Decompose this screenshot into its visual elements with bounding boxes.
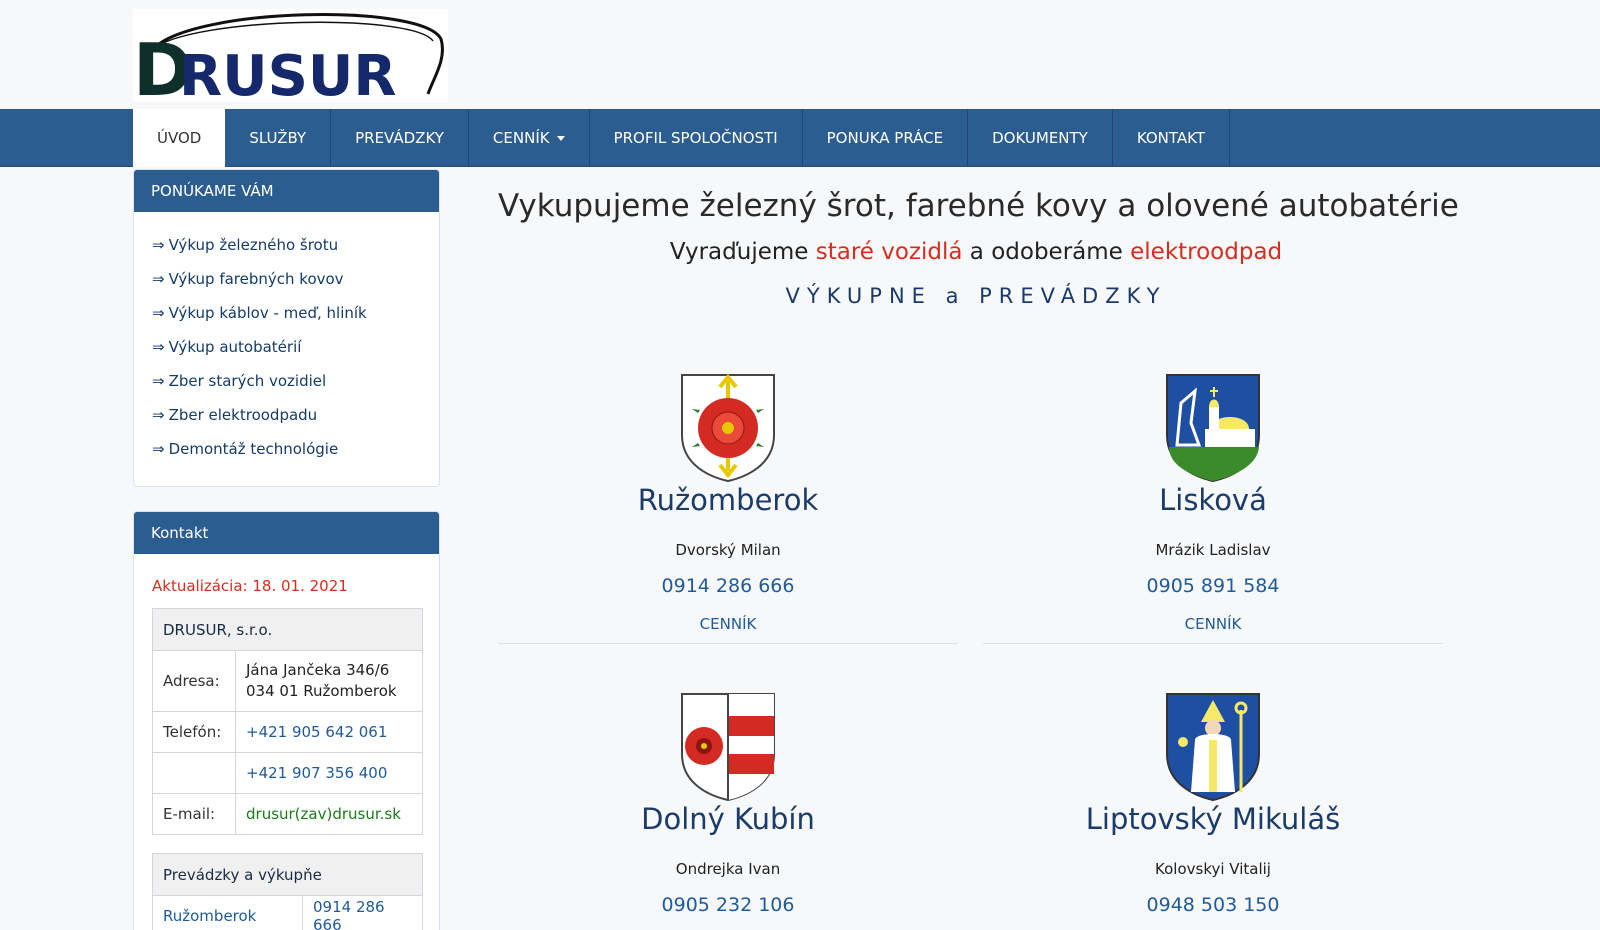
offer-link-label: Zber elektroodpadu bbox=[168, 406, 318, 424]
nav-label: CENNÍK bbox=[492, 129, 550, 147]
nav-label: SLUŽBY bbox=[249, 129, 307, 147]
caret-down-icon bbox=[556, 135, 565, 141]
branches-title: Prevádzky a výkupňe bbox=[153, 854, 422, 895]
branch-city: Liptovský Mikuláš bbox=[1085, 802, 1341, 836]
offer-link-elektroodpad[interactable]: ⇒ Zber elektroodpadu bbox=[152, 398, 439, 432]
branch-phone-link[interactable]: 0914 286 666 bbox=[303, 896, 422, 930]
offer-link-label: Výkup železného šrotu bbox=[168, 236, 339, 254]
nav-label: DOKUMENTY bbox=[992, 129, 1088, 147]
offer-link-farebne-kovy[interactable]: ⇒ Výkup farebných kovov bbox=[152, 262, 439, 296]
branch-person: Mrázik Ladislav bbox=[1155, 541, 1271, 559]
address-label: Adresa: bbox=[153, 651, 236, 711]
divider bbox=[498, 643, 958, 644]
double-arrow-icon: ⇒ bbox=[152, 406, 165, 424]
branch-phone[interactable]: 0948 503 150 bbox=[983, 894, 1443, 916]
table-row: Ružomberok 0914 286 666 bbox=[153, 895, 422, 930]
nav-label: PROFIL SPOLOČNOSTI bbox=[613, 129, 778, 147]
subtitle-highlight: staré vozidlá bbox=[815, 239, 963, 265]
branch-card-dolny-kubin: Dolný Kubín Ondrejka Ivan 0905 232 106 bbox=[498, 692, 958, 930]
nav-label: ÚVOD bbox=[157, 129, 202, 147]
offer-link-kable[interactable]: ⇒ Výkup káblov - meď, hliník bbox=[152, 296, 439, 330]
double-arrow-icon: ⇒ bbox=[152, 338, 165, 356]
branch-card-ruzomberok: Ružomberok Dvorský Milan 0914 286 666 CE… bbox=[498, 373, 958, 645]
phone-link-2[interactable]: +421 907 356 400 bbox=[236, 753, 422, 793]
offer-link-label: Výkup autobatérií bbox=[168, 338, 302, 356]
branch-city: Lisková bbox=[1159, 483, 1267, 517]
rose-stripes-crest-icon bbox=[681, 693, 775, 802]
branch-phone[interactable]: 0914 286 666 bbox=[498, 575, 958, 597]
nav-label: PREVÁDZKY bbox=[355, 129, 444, 147]
offer-panel-title: PONÚKAME VÁM bbox=[134, 170, 439, 212]
page-title: Vykupujeme železný šrot, farebné kovy a … bbox=[498, 188, 1459, 224]
branch-person: Kolovskyi Vitalij bbox=[1155, 860, 1271, 878]
double-arrow-icon: ⇒ bbox=[152, 236, 165, 254]
offer-link-label: Výkup káblov - meď, hliník bbox=[168, 304, 367, 322]
drusur-logo[interactable]: D RUSUR bbox=[133, 9, 448, 102]
empty-cell bbox=[153, 753, 236, 793]
offer-list: ⇒ Výkup železného šrotu ⇒ Výkup farebných … bbox=[134, 212, 439, 466]
double-arrow-icon: ⇒ bbox=[152, 270, 165, 288]
section-heading: VÝKUPNE a PREVÁDZKY bbox=[785, 284, 1167, 308]
company-table: DRUSUR, s.r.o. Adresa: Jána Jančeka 346/… bbox=[152, 608, 423, 835]
logo-graphic: D RUSUR bbox=[133, 13, 444, 102]
company-name: DRUSUR, s.r.o. bbox=[153, 609, 422, 650]
church-crest-icon bbox=[1166, 374, 1260, 483]
branch-card-liskova: Lisková Mrázik Ladislav 0905 891 584 CEN… bbox=[983, 373, 1443, 645]
offer-link-demontaz[interactable]: ⇒ Demontáž technológie bbox=[152, 432, 439, 466]
logo-rest-letters: RUSUR bbox=[179, 44, 397, 102]
double-arrow-icon: ⇒ bbox=[152, 440, 165, 458]
nav-label: KONTAKT bbox=[1136, 129, 1205, 147]
offer-link-stare-vozidla[interactable]: ⇒ Zber starých vozidiel bbox=[152, 364, 439, 398]
branch-person: Ondrejka Ivan bbox=[675, 860, 781, 878]
phone-link-1[interactable]: +421 905 642 061 bbox=[236, 712, 422, 752]
address-line: Jána Jančeka 346/6 bbox=[246, 661, 390, 679]
branch-person: Dvorský Milan bbox=[675, 541, 781, 559]
phone-label: Telefón: bbox=[153, 712, 236, 752]
rose-crest-icon bbox=[681, 373, 775, 483]
site-header: D RUSUR bbox=[0, 0, 1600, 109]
contact-panel-title: Kontakt bbox=[134, 512, 439, 554]
offer-link-zelezny-srot[interactable]: ⇒ Výkup železného šrotu bbox=[152, 228, 439, 262]
branches-table: Prevádzky a výkupňe Ružomberok 0914 286 … bbox=[152, 853, 423, 930]
nav-prevadzky[interactable]: PREVÁDZKY bbox=[331, 109, 469, 167]
email-label: E-mail: bbox=[153, 794, 236, 834]
nav-cennik-dropdown[interactable]: CENNÍK bbox=[469, 109, 590, 167]
offer-panel: PONÚKAME VÁM ⇒ Výkup železného šrotu ⇒ Výk… bbox=[133, 169, 440, 487]
subtitle-part: a odoberáme bbox=[962, 239, 1131, 265]
nav-sluzby[interactable]: SLUŽBY bbox=[225, 109, 332, 167]
branch-phone[interactable]: 0905 232 106 bbox=[498, 894, 958, 916]
double-arrow-icon: ⇒ bbox=[152, 372, 165, 390]
page-subtitle: Vyraďujeme staré vozidlá a odoberáme ele… bbox=[498, 239, 1454, 265]
branch-city: Ružomberok bbox=[637, 483, 819, 517]
branch-phone[interactable]: 0905 891 584 bbox=[983, 575, 1443, 597]
offer-link-label: Výkup farebných kovov bbox=[168, 270, 344, 288]
nav-dokumenty[interactable]: DOKUMENTY bbox=[968, 109, 1113, 167]
nav-uvod[interactable]: ÚVOD bbox=[133, 109, 226, 167]
subtitle-highlight: elektroodpad bbox=[1130, 239, 1283, 265]
branch-card-liptovsky-mikulas: Liptovský Mikuláš Kolovskyi Vitalij 0948… bbox=[983, 692, 1443, 930]
price-list-link[interactable]: CENNÍK bbox=[983, 615, 1443, 633]
main-navigation: ÚVOD SLUŽBY PREVÁDZKY CENNÍK PROFIL SPOL… bbox=[0, 109, 1600, 167]
contact-panel: Kontakt Aktualizácia: 18. 01. 2021 DRUSU… bbox=[133, 511, 440, 930]
subtitle-part: Vyraďujeme bbox=[669, 239, 816, 265]
branch-city-link[interactable]: Ružomberok bbox=[153, 896, 303, 930]
nav-profil-spolocnosti[interactable]: PROFIL SPOLOČNOSTI bbox=[590, 109, 803, 167]
saint-crest-icon bbox=[1166, 693, 1260, 802]
update-date: Aktualizácia: 18. 01. 2021 bbox=[152, 577, 348, 595]
offer-link-autobaterie[interactable]: ⇒ Výkup autobatérií bbox=[152, 330, 439, 364]
price-list-link[interactable]: CENNÍK bbox=[498, 615, 958, 633]
offer-link-label: Zber starých vozidiel bbox=[168, 372, 327, 390]
email-link[interactable]: drusur(zav)drusur.sk bbox=[236, 794, 422, 834]
address-line: 034 01 Ružomberok bbox=[246, 682, 397, 700]
nav-label: PONUKA PRÁCE bbox=[826, 129, 944, 147]
nav-ponuka-prace[interactable]: PONUKA PRÁCE bbox=[803, 109, 969, 167]
nav-kontakt[interactable]: KONTAKT bbox=[1113, 109, 1230, 167]
offer-link-label: Demontáž technológie bbox=[168, 440, 339, 458]
divider bbox=[983, 643, 1443, 644]
branch-city: Dolný Kubín bbox=[641, 802, 815, 836]
double-arrow-icon: ⇒ bbox=[152, 304, 165, 322]
address-value: Jána Jančeka 346/6 034 01 Ružomberok bbox=[236, 651, 422, 711]
